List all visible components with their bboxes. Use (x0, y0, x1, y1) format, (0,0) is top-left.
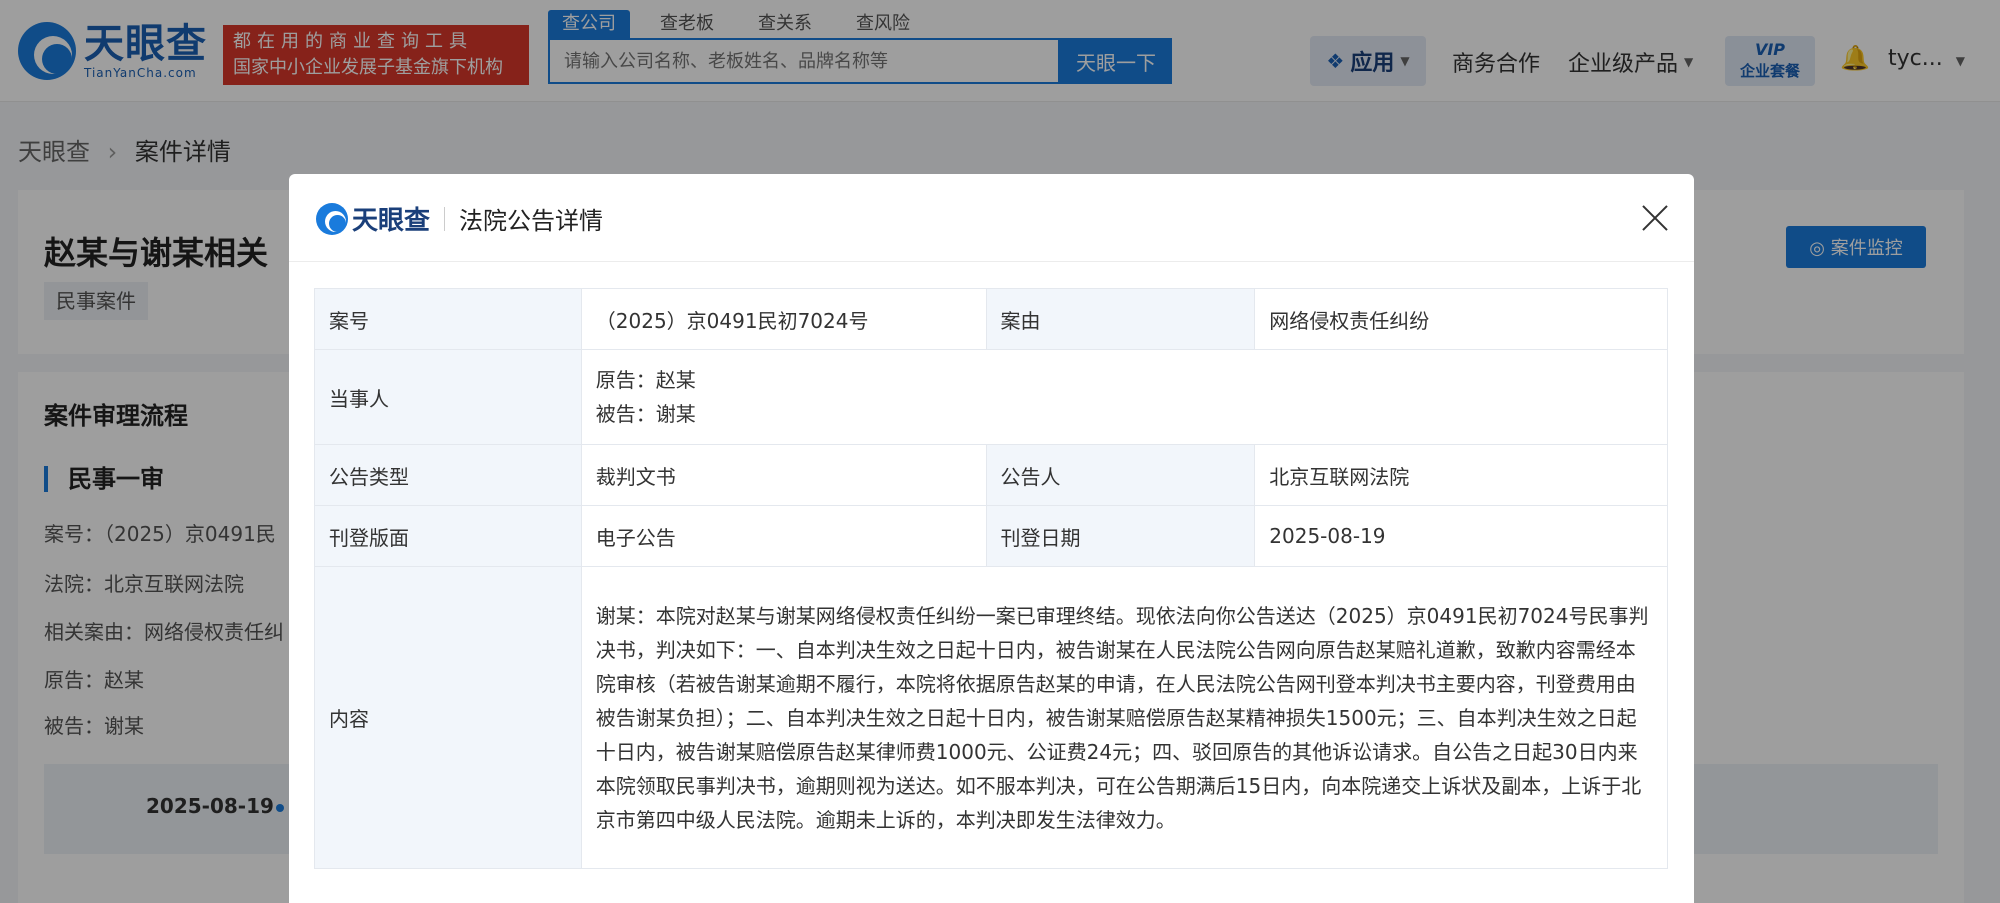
cause-label: 案由 (985, 288, 1256, 350)
case-no-label: 案号 (314, 288, 582, 350)
modal-header: 天眼查 法院公告详情 (289, 174, 1694, 262)
case-no-value: （2025）京0491民初7024号 (580, 288, 987, 350)
content-label: 内容 (314, 566, 582, 869)
table-row: 刊登版面 电子公告 刊登日期 2025-08-19 (314, 505, 1668, 567)
modal-title: 法院公告详情 (459, 207, 604, 235)
notice-detail-table: 案号 （2025）京0491民初7024号 案由 网络侵权责任纠纷 当事人 原告… (314, 288, 1669, 869)
cause-value: 网络侵权责任纠纷 (1254, 288, 1668, 350)
pub-date-label: 刊登日期 (985, 505, 1256, 567)
notice-type-value: 裁判文书 (580, 444, 987, 506)
close-icon[interactable] (1641, 204, 1669, 232)
court-notice-modal: 天眼查 法院公告详情 案号 （2025）京0491民初7024号 案由 网络侵权… (289, 174, 1694, 903)
defendant-value: 被告：谢某 (595, 402, 696, 426)
table-row: 案号 （2025）京0491民初7024号 案由 网络侵权责任纠纷 (314, 288, 1668, 350)
table-row: 当事人 原告：赵某 被告：谢某 (314, 349, 1669, 445)
announcer-value: 北京互联网法院 (1254, 444, 1668, 506)
plaintiff-value: 原告：赵某 (595, 368, 696, 392)
announcer-label: 公告人 (985, 444, 1256, 506)
divider (444, 206, 446, 231)
layout-label: 刊登版面 (314, 505, 582, 567)
table-row: 公告类型 裁判文书 公告人 北京互联网法院 (314, 444, 1668, 506)
content-cell: 谢某：本院对赵某与谢某网络侵权责任纠纷一案已审理终结。现依法向你公告送达（202… (580, 566, 1669, 869)
modal-logo: 天眼查 法院公告详情 (316, 200, 603, 237)
parties-label: 当事人 (314, 349, 582, 445)
layout-value: 电子公告 (580, 505, 987, 567)
table-row: 内容 谢某：本院对赵某与谢某网络侵权责任纠纷一案已审理终结。现依法向你公告送达（… (314, 566, 1669, 869)
content-value: 谢某：本院对赵某与谢某网络侵权责任纠纷一案已审理终结。现依法向你公告送达（202… (595, 603, 1649, 832)
eye-logo-icon (316, 202, 348, 235)
notice-type-label: 公告类型 (314, 444, 582, 506)
modal-logo-text: 天眼查 (352, 206, 431, 236)
pub-date-value: 2025-08-19 (1254, 505, 1668, 567)
parties-value: 原告：赵某 被告：谢某 (580, 349, 1669, 445)
